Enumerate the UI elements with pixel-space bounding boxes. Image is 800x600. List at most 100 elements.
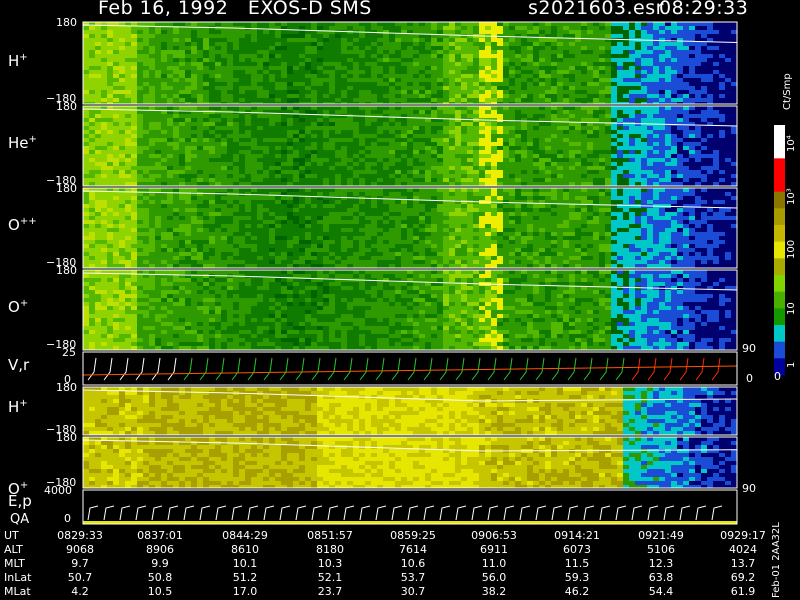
right-label-0: 0 — [746, 372, 753, 385]
panel-axis-top: 180 — [56, 100, 77, 113]
table-cell: 11.5 — [564, 557, 590, 570]
table-cell: 6073 — [563, 543, 591, 556]
energy-panel — [87, 505, 723, 521]
table-cell: 61.9 — [730, 585, 756, 598]
table-cell: 23.7 — [317, 585, 343, 598]
file-time: 08:29:33 — [659, 0, 749, 19]
spectrogram-panel — [82, 188, 738, 269]
colorbar-swatch — [774, 141, 785, 159]
panel-axis-top: 180 — [56, 431, 77, 444]
colorbar-tick-100: 100 — [786, 239, 797, 259]
panel-axis-top: 4000 — [44, 484, 72, 497]
table-cell: 53.7 — [400, 571, 426, 584]
table-cell: 8180 — [316, 543, 344, 556]
panel-axis-top: 180 — [56, 16, 77, 29]
spectrogram-panel — [82, 106, 738, 187]
table-cell: 0844:29 — [222, 529, 268, 542]
panel-label-charge: + — [19, 398, 28, 409]
panel-label-charge: + — [28, 134, 37, 145]
panel-label: H+ — [8, 398, 28, 416]
panel-label-charge: + — [19, 298, 29, 309]
colorbar-swatch — [774, 275, 785, 293]
table-cell: 46.2 — [564, 585, 590, 598]
table-cell: 0929:17 — [720, 529, 766, 542]
table-row-label: ALT — [4, 543, 23, 556]
right-label-90-b: 90 — [742, 482, 756, 495]
table-cell: 50.7 — [67, 571, 93, 584]
table-cell: 0859:25 — [390, 529, 436, 542]
spectrogram-panel — [82, 387, 738, 436]
colorbar-swatch — [774, 175, 785, 193]
table-cell: 4.2 — [71, 585, 89, 598]
table-cell: 59.3 — [564, 571, 590, 584]
table-cell: 69.2 — [730, 571, 756, 584]
table-cell: 10.1 — [232, 557, 258, 570]
table-cell: 52.1 — [317, 571, 343, 584]
table-cell: 63.8 — [648, 571, 674, 584]
panel-label: E,p — [8, 492, 32, 510]
table-cell: 9068 — [66, 543, 94, 556]
table-cell: 0921:49 — [638, 529, 684, 542]
table-cell: 0837:01 — [137, 529, 183, 542]
table-cell: 30.7 — [400, 585, 426, 598]
table-cell: 4024 — [729, 543, 757, 556]
colorbar-swatch — [774, 225, 785, 243]
table-cell: 9.7 — [71, 557, 89, 570]
panel-label: O++ — [8, 216, 37, 234]
colorbar-swatch — [774, 291, 785, 309]
table-cell: 54.4 — [648, 585, 674, 598]
table-cell: 9.9 — [151, 557, 169, 570]
table-cell: 51.2 — [232, 571, 258, 584]
table-cell: 10.5 — [147, 585, 173, 598]
spectrogram-panel — [82, 270, 738, 351]
table-cell: 0906:53 — [471, 529, 517, 542]
table-cell: 7614 — [399, 543, 427, 556]
plot-title: Feb 16, 1992 EXOS-D SMS — [98, 0, 372, 19]
colorbar-swatch — [774, 191, 785, 209]
table-row-label: InLat — [4, 571, 32, 584]
table-row-label: UT — [4, 529, 19, 542]
panel-axis-top: 180 — [56, 381, 77, 394]
table-row-label: MLT — [4, 557, 25, 570]
table-cell: 5106 — [647, 543, 675, 556]
colorbar-unit: Ct/Smp — [782, 73, 793, 110]
table-cell: 10.3 — [317, 557, 343, 570]
table-cell: 17.0 — [232, 585, 258, 598]
table-row-label: MLat — [4, 585, 31, 598]
table-cell: 12.3 — [648, 557, 674, 570]
table-cell: 8610 — [231, 543, 259, 556]
panel-axis-top: 180 — [56, 182, 77, 195]
panel-axis-top: 180 — [56, 264, 77, 277]
table-cell: 13.7 — [730, 557, 756, 570]
velocity-panel — [87, 357, 721, 381]
velocity-trend — [82, 365, 738, 376]
colorbar-swatch — [774, 125, 785, 143]
panel-axis-bottom: 0 — [64, 512, 71, 525]
colorbar-tick-1e3: 10³ — [786, 188, 797, 205]
panel-label-charge: + — [19, 480, 29, 491]
time-axis-table: UT 0829:33 0837:01 0844:29 0851:57 0859:25 090… — [0, 529, 770, 600]
table-cell: 0851:57 — [307, 529, 353, 542]
colorbar-swatch — [774, 325, 785, 343]
panel-label: He+ — [8, 134, 37, 152]
spectrogram-panel — [82, 22, 738, 105]
colorbar-swatch — [774, 308, 785, 326]
panel-label-charge: + — [19, 52, 28, 63]
panel-label: H+ — [8, 52, 28, 70]
panel-axis-top: 25 — [62, 346, 76, 359]
spectrogram-panel — [82, 437, 738, 489]
file-name: s2021603.esr — [528, 0, 664, 19]
table-cell: 0829:33 — [57, 529, 103, 542]
colorbar-swatch — [774, 241, 785, 259]
table-cell: 10.6 — [400, 557, 426, 570]
colorbar-swatch — [774, 341, 785, 359]
table-cell: 11.0 — [481, 557, 507, 570]
colorbar-tick-1e4: 10⁴ — [786, 135, 797, 152]
table-cell: 38.2 — [481, 585, 507, 598]
spectrogram-plot — [82, 21, 785, 525]
table-cell: 8906 — [146, 543, 174, 556]
colorbar-tick-1: 1 — [786, 361, 797, 368]
table-cell: 0914:21 — [554, 529, 600, 542]
panel-label: V,r — [8, 356, 30, 374]
colorbar-tick-0: 0 — [774, 370, 781, 383]
